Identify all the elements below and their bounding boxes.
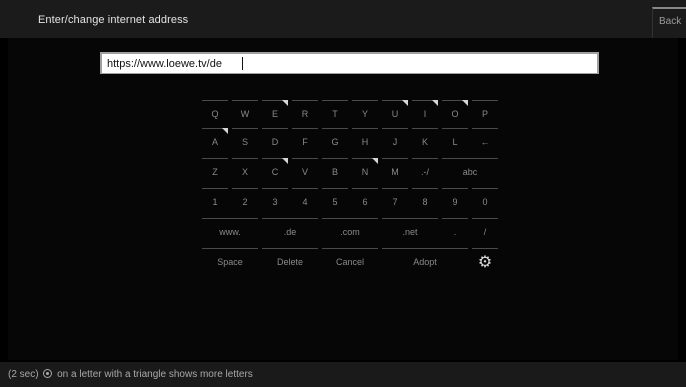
key-s[interactable]: S [230, 128, 260, 156]
text-caret [242, 57, 243, 70]
page-title: Enter/change internet address [38, 14, 189, 26]
key-adopt[interactable]: Adopt [380, 248, 470, 276]
key-space[interactable]: Space [200, 248, 260, 276]
key-r[interactable]: R [290, 100, 320, 128]
key-symbol[interactable]: .-/ [410, 158, 440, 186]
footer-bar: (2 sec) on a letter with a triangle show… [0, 362, 686, 387]
key-c[interactable]: C [260, 158, 290, 186]
key-symbol[interactable]: / [470, 218, 500, 246]
key-d[interactable]: D [260, 128, 290, 156]
key-delete[interactable]: Delete [260, 248, 320, 276]
key-7[interactable]: 7 [380, 188, 410, 216]
key-www[interactable]: www. [200, 218, 260, 246]
key-u[interactable]: U [380, 100, 410, 128]
key-8[interactable]: 8 [410, 188, 440, 216]
key-f[interactable]: F [290, 128, 320, 156]
key-abc[interactable]: abc [440, 158, 500, 186]
ok-button-icon [43, 369, 53, 378]
key-9[interactable]: 9 [440, 188, 470, 216]
header-bar: Enter/change internet address Back [0, 0, 686, 38]
key-q[interactable]: Q [200, 100, 230, 128]
key-g[interactable]: G [320, 128, 350, 156]
key-n[interactable]: N [350, 158, 380, 186]
key-t[interactable]: T [320, 100, 350, 128]
back-button[interactable]: Back [652, 7, 686, 38]
key-4[interactable]: 4 [290, 188, 320, 216]
key-o[interactable]: O [440, 100, 470, 128]
hint-text: on a letter with a triangle shows more l… [57, 369, 253, 380]
key-i[interactable]: I [410, 100, 440, 128]
footer-hint: (2 sec) on a letter with a triangle show… [8, 369, 253, 380]
key-m[interactable]: M [380, 158, 410, 186]
key-a[interactable]: A [200, 128, 230, 156]
key-k[interactable]: K [410, 128, 440, 156]
key-cancel[interactable]: Cancel [320, 248, 380, 276]
back-label: Back [659, 16, 682, 27]
key-net[interactable]: .net [380, 218, 440, 246]
key-0[interactable]: 0 [470, 188, 500, 216]
key-j[interactable]: J [380, 128, 410, 156]
settings-key[interactable]: ⚙ [470, 248, 500, 276]
key-z[interactable]: Z [200, 158, 230, 186]
key-de[interactable]: .de [260, 218, 320, 246]
key-y[interactable]: Y [350, 100, 380, 128]
url-input[interactable] [102, 55, 597, 73]
key-e[interactable]: E [260, 100, 290, 128]
gear-icon: ⚙ [477, 254, 493, 271]
key-com[interactable]: .com [320, 218, 380, 246]
key-w[interactable]: W [230, 100, 260, 128]
key-v[interactable]: V [290, 158, 320, 186]
key-2[interactable]: 2 [230, 188, 260, 216]
key-b[interactable]: B [320, 158, 350, 186]
key-symbol[interactable]: . [440, 218, 470, 246]
key-6[interactable]: 6 [350, 188, 380, 216]
url-input-box[interactable] [100, 52, 599, 74]
hint-prefix: (2 sec) [8, 369, 39, 380]
key-1[interactable]: 1 [200, 188, 230, 216]
key-l[interactable]: L [440, 128, 470, 156]
key-5[interactable]: 5 [320, 188, 350, 216]
key-h[interactable]: H [350, 128, 380, 156]
key-x[interactable]: X [230, 158, 260, 186]
key-p[interactable]: P [470, 100, 500, 128]
key-symbol[interactable]: ← [470, 128, 500, 156]
key-3[interactable]: 3 [260, 188, 290, 216]
